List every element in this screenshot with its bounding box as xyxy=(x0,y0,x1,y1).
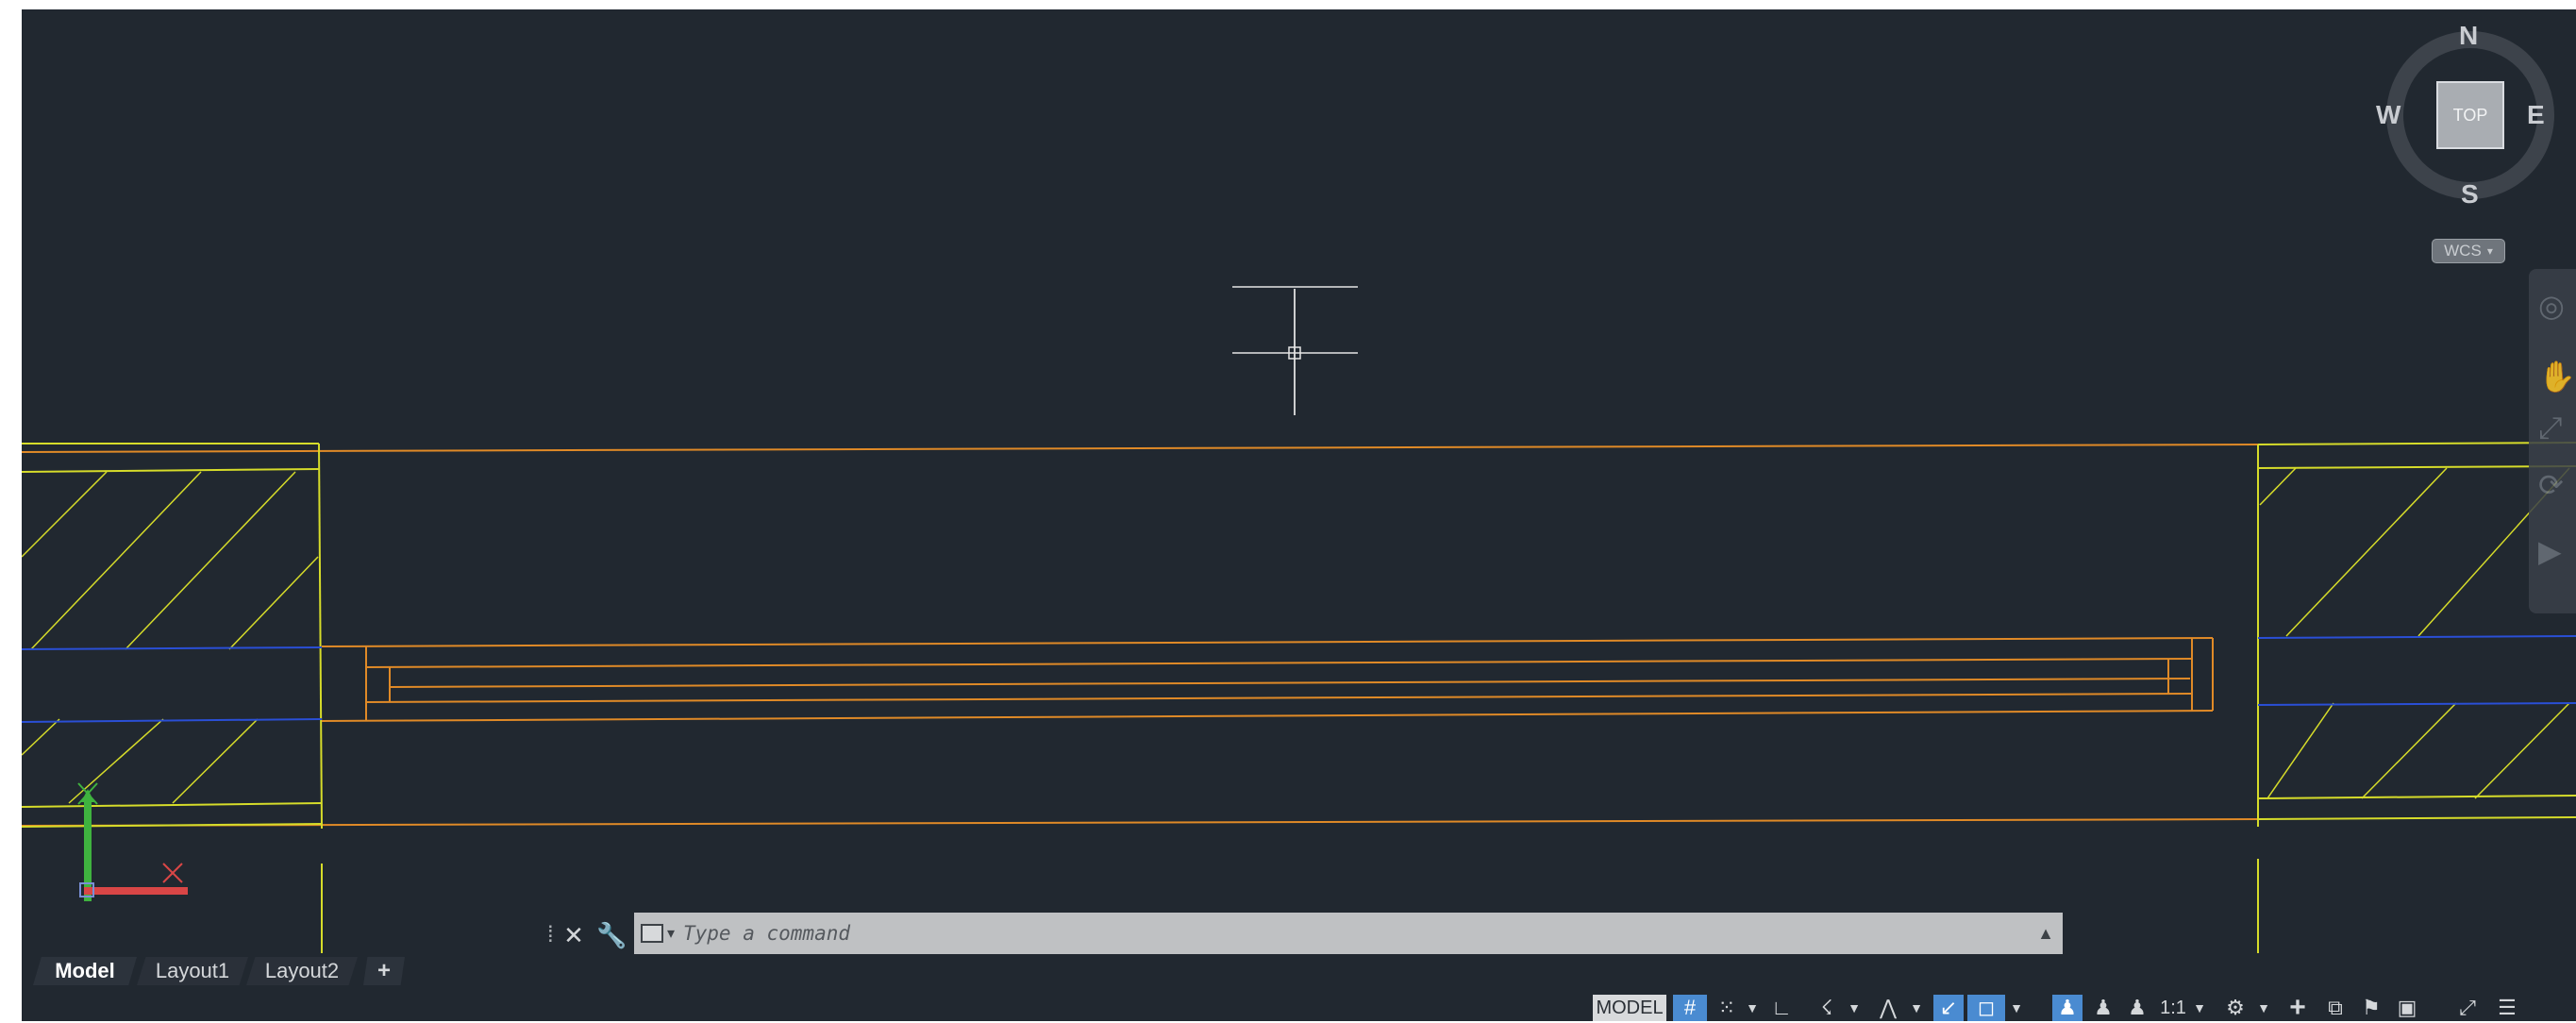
hatch-line xyxy=(22,718,60,756)
fullscreen-icon[interactable]: ⤢ xyxy=(2451,995,2484,1021)
hatch-line xyxy=(68,718,164,804)
drawing-line xyxy=(321,710,2214,722)
drawing-line xyxy=(2257,702,2576,706)
tab-layout1[interactable]: Layout1 xyxy=(137,957,248,985)
drawing-line xyxy=(22,718,323,723)
hatch-line xyxy=(228,556,319,650)
polar-icon[interactable]: ☇ xyxy=(1810,995,1844,1021)
chevron-down-icon: ▾ xyxy=(2486,244,2493,258)
plus-icon[interactable]: + xyxy=(2281,994,2315,1022)
viewcube[interactable]: N S W E TOP xyxy=(2359,19,2576,210)
wcs-label: WCS xyxy=(2444,242,2482,260)
chevron-down-icon[interactable]: ▼ xyxy=(2007,995,2026,1021)
hardware-accel-icon[interactable]: ⚑ xyxy=(2354,995,2388,1021)
zoom-extents-icon[interactable]: ⤢ xyxy=(2538,411,2576,448)
hatch-line xyxy=(172,718,259,804)
drawing-line xyxy=(2257,795,2576,799)
hatch-line xyxy=(30,471,202,650)
chevron-down-icon[interactable]: ▼ xyxy=(2254,995,2273,1021)
drawing-line xyxy=(365,693,2193,703)
wrench-icon[interactable]: 🔧 xyxy=(596,918,627,952)
drawing-line xyxy=(318,443,323,830)
command-prompt-icon[interactable]: ▾ xyxy=(634,913,681,954)
grid-icon[interactable]: # xyxy=(1673,995,1707,1021)
crosshair-cursor xyxy=(1232,286,1358,415)
hatch-line xyxy=(2361,702,2457,799)
annotation-autoscale-icon[interactable]: ♟ xyxy=(2088,995,2118,1021)
chevron-down-icon[interactable]: ▼ xyxy=(1845,995,1864,1021)
compass-east[interactable]: E xyxy=(2527,100,2545,130)
status-bar: MODEL # ⁙ ▼ ∟ ☇ ▼ ⋀ ▼ ↙ ◻ ▼ ♟ ♟ ♟ 1:1 ▼ … xyxy=(22,987,2576,1022)
model-space-canvas[interactable] xyxy=(22,9,2576,1021)
drawing-line xyxy=(22,646,323,650)
chevron-down-icon: ▾ xyxy=(666,926,676,942)
showmotion-icon[interactable]: ▶ xyxy=(2538,533,2576,571)
snap-icon[interactable]: ⁙ xyxy=(1713,995,1741,1021)
chevron-down-icon[interactable]: ▼ xyxy=(2190,995,2209,1021)
clean-screen-icon[interactable]: ▣ xyxy=(2390,995,2424,1021)
tab-layout2[interactable]: Layout2 xyxy=(246,957,358,985)
model-space-toggle[interactable]: MODEL xyxy=(1593,995,1666,1021)
hatch-line xyxy=(2474,702,2570,799)
drawing-line xyxy=(22,818,2259,827)
annotation-scale-icon[interactable]: ♟ xyxy=(2122,995,2152,1021)
chevron-down-icon[interactable]: ▼ xyxy=(1907,995,1926,1021)
drawing-line xyxy=(321,637,2214,647)
hatch-line xyxy=(2285,467,2448,637)
hatch-line xyxy=(22,471,108,558)
drawing-line xyxy=(22,444,2259,453)
ucs-icon xyxy=(77,782,188,901)
command-history-button[interactable]: ▲ xyxy=(2029,924,2063,944)
pan-hand-icon[interactable]: ✋ xyxy=(2538,359,2576,396)
workspace-gear-icon[interactable]: ⚙ xyxy=(2218,995,2252,1021)
annotation-visibility-icon[interactable]: ♟ xyxy=(2052,995,2083,1021)
isodraft-icon[interactable]: ⋀ xyxy=(1871,995,1905,1021)
command-input[interactable] xyxy=(681,914,2029,953)
ortho-icon[interactable]: ∟ xyxy=(1767,995,1796,1021)
drawing-line xyxy=(389,678,2191,688)
annotation-scale-value[interactable]: 1:1 xyxy=(2156,995,2190,1021)
chevron-down-icon[interactable]: ▼ xyxy=(1743,995,1762,1021)
tab-model[interactable]: Model xyxy=(33,957,137,985)
orbit-icon[interactable]: ⟳ xyxy=(2538,467,2576,505)
add-layout-button[interactable]: + xyxy=(363,957,405,985)
terminal-icon xyxy=(640,924,663,943)
isolate-icon[interactable]: ⧉ xyxy=(2318,995,2352,1021)
compass-south[interactable]: S xyxy=(2461,179,2479,210)
hatch-line xyxy=(125,471,296,650)
customize-icon[interactable]: ☰ xyxy=(2490,995,2524,1021)
osnap-icon[interactable]: ↙ xyxy=(1933,995,1964,1021)
navigation-bar: ◎ ✋ ⤢ ⟳ ▶ xyxy=(2529,269,2576,613)
close-icon[interactable]: ✕ xyxy=(562,918,585,952)
compass-north[interactable]: N xyxy=(2459,21,2478,51)
viewcube-top-face[interactable]: TOP xyxy=(2436,81,2504,149)
otrack-icon[interactable]: ◻ xyxy=(1967,995,2005,1021)
hatch-line xyxy=(2259,467,2297,506)
wcs-menu-button[interactable]: WCS ▾ xyxy=(2432,239,2505,263)
command-line: ▾ ▲ xyxy=(634,913,2063,954)
drawing-line xyxy=(2257,635,2576,639)
command-line-grip[interactable]: ⁞ xyxy=(547,918,559,952)
hatch-line xyxy=(2267,702,2334,799)
drawing-svg xyxy=(22,286,2576,953)
steering-wheel-icon[interactable]: ◎ xyxy=(2538,288,2576,326)
drawing-line xyxy=(22,802,323,808)
layout-tab-bar: Model Layout1 Layout2 + xyxy=(22,955,2576,987)
compass-west[interactable]: W xyxy=(2376,100,2400,130)
drawing-line xyxy=(2257,816,2576,820)
drawing-line xyxy=(365,658,2193,668)
drawing-line xyxy=(22,468,320,473)
